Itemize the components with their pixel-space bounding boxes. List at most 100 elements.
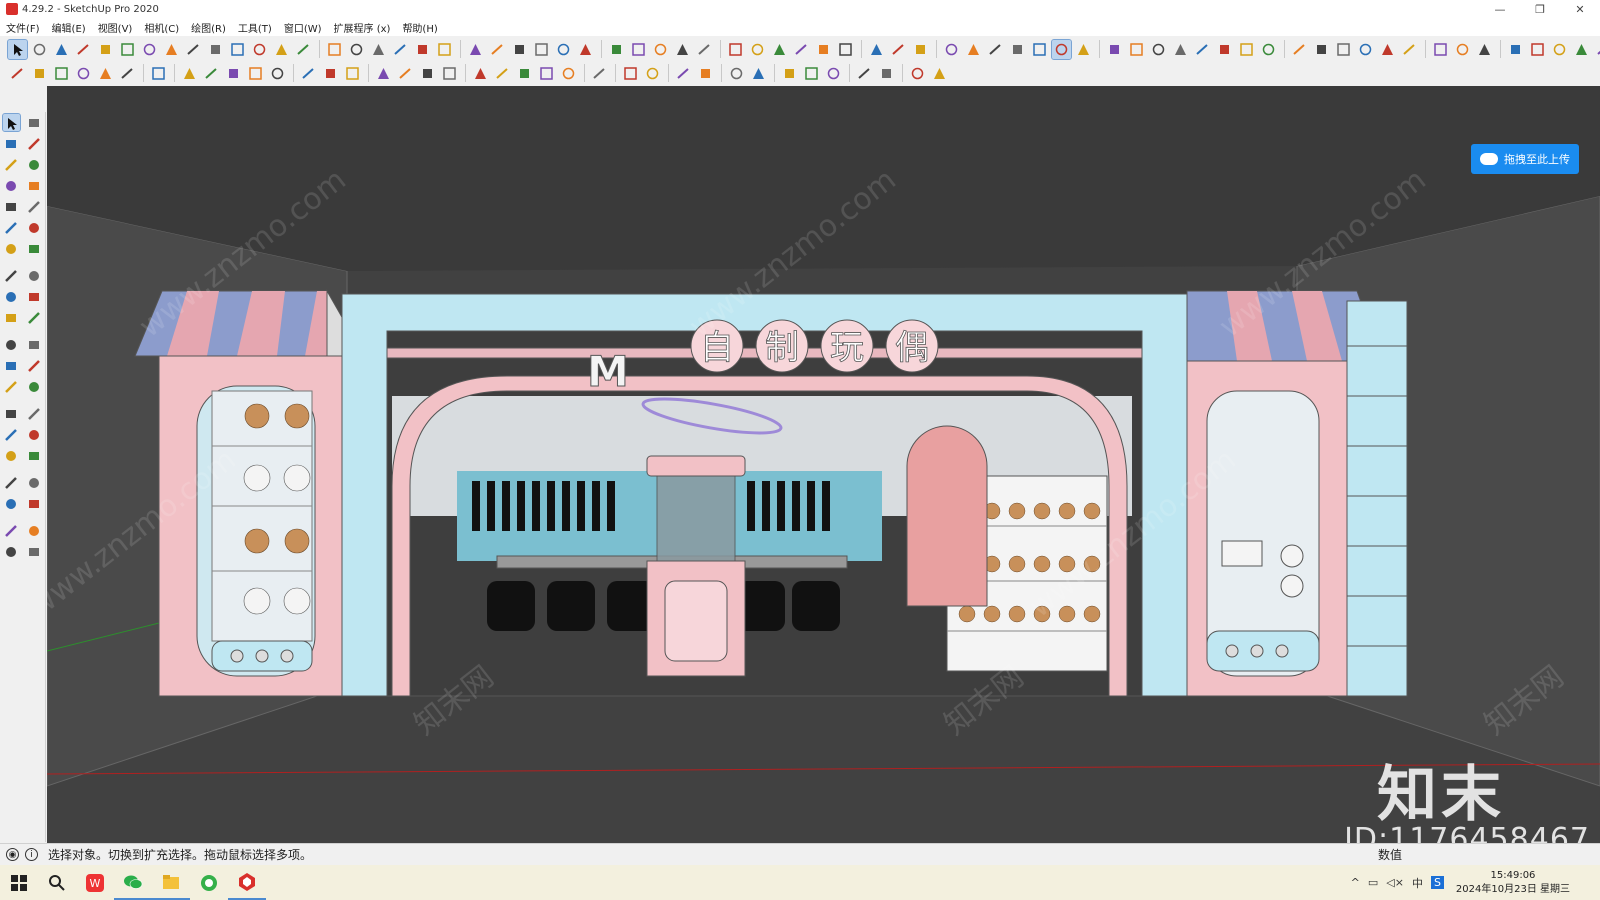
eraser-alt-tool-button[interactable] — [74, 40, 93, 59]
smoove-tool-button[interactable] — [1312, 40, 1331, 59]
flip-edge-tool-button[interactable] — [1400, 40, 1419, 59]
polygon-tool-button[interactable] — [206, 40, 225, 59]
chevron-up-icon[interactable]: ^ — [1351, 876, 1360, 889]
shadows-tool-button[interactable] — [1237, 40, 1256, 59]
rotate-tool-button[interactable] — [413, 40, 432, 59]
scale-tool-button[interactable] — [435, 40, 454, 59]
add-detail-tool-button[interactable] — [1378, 40, 1397, 59]
solid-subtract-tool-button[interactable] — [396, 64, 415, 83]
start-button[interactable] — [0, 865, 38, 900]
arc-2-tool-button[interactable] — [25, 219, 42, 236]
gear-tool-button[interactable] — [590, 64, 609, 83]
eraser-tool-button[interactable] — [25, 135, 42, 152]
wire-toggle-tool-button[interactable] — [224, 64, 243, 83]
3d-text-tool-button[interactable] — [576, 40, 595, 59]
pan-tool-button[interactable] — [629, 40, 648, 59]
hidden-line-tool-button[interactable] — [1008, 40, 1027, 59]
settings-2-tool-button[interactable] — [877, 64, 896, 83]
cloud-2-tool-button[interactable] — [696, 64, 715, 83]
push-pull-tool-button[interactable] — [25, 267, 42, 284]
plugin-b-tool-button[interactable] — [493, 64, 512, 83]
look-around-tool-button[interactable] — [25, 474, 42, 491]
monochrome-tool-button[interactable] — [1074, 40, 1093, 59]
solid-trim-tool-button[interactable] — [440, 64, 459, 83]
cube-iso-tool-button[interactable] — [8, 64, 27, 83]
menu-tools[interactable]: 工具(T) — [238, 20, 272, 35]
round-corner-tool-button[interactable] — [1572, 40, 1591, 59]
select-tool-button[interactable] — [1, 113, 21, 132]
geolocation-icon[interactable]: ◉ — [6, 848, 19, 861]
shaded-toggle-tool-button[interactable] — [268, 64, 287, 83]
frame-tool-button[interactable] — [780, 64, 799, 83]
position-camera-tool-button[interactable] — [3, 474, 20, 491]
back-edges-tool-button[interactable] — [964, 40, 983, 59]
line-tool-button[interactable] — [3, 156, 20, 173]
weld-tool-button[interactable] — [1506, 40, 1525, 59]
move-tool-button[interactable] — [3, 267, 20, 284]
offset-tool-button[interactable] — [369, 40, 388, 59]
display-section-tool-button[interactable] — [889, 40, 908, 59]
paint-bucket-tool-button[interactable] — [52, 40, 71, 59]
taskbar-wps[interactable]: W — [76, 865, 114, 900]
text-tool-button[interactable] — [532, 40, 551, 59]
taskbar-browser[interactable] — [190, 865, 228, 900]
upload-drop-button[interactable]: 拖拽至此上传 — [1471, 144, 1579, 174]
cube-left-tool-button[interactable] — [118, 64, 137, 83]
orbit-tool-button[interactable] — [607, 40, 626, 59]
orbit-tool-button[interactable] — [3, 405, 20, 422]
arc-tool-button[interactable] — [3, 219, 20, 236]
3d-viewport[interactable]: 前部 — [47, 86, 1600, 843]
clock[interactable]: 15:49:06 2024年10月23日 星期三 — [1456, 869, 1570, 897]
solid-2-tool-button[interactable] — [25, 522, 42, 539]
ime-indicator[interactable]: 中 — [1412, 875, 1423, 891]
send-to-layout-tool-button[interactable] — [1475, 40, 1494, 59]
protractor-tool-button[interactable] — [510, 40, 529, 59]
freehand-tool-button[interactable] — [25, 156, 42, 173]
taskbar-wechat[interactable] — [114, 865, 152, 900]
iso-view-tool-button[interactable] — [726, 40, 745, 59]
menu-edit[interactable]: 编辑(E) — [52, 20, 86, 35]
fog-tool-button[interactable] — [1259, 40, 1278, 59]
shaded-tool-button[interactable] — [1030, 40, 1049, 59]
plugin-d-tool-button[interactable] — [537, 64, 556, 83]
freehand-tool-button[interactable] — [118, 40, 137, 59]
solid-intersect-tool-button[interactable] — [418, 64, 437, 83]
dimension-tool-button[interactable] — [488, 40, 507, 59]
input-method-icon[interactable]: S — [1430, 876, 1444, 889]
push-pull-tool-button[interactable] — [325, 40, 344, 59]
cube-front-tool-button[interactable] — [52, 64, 71, 83]
bezier-tool-button[interactable] — [1594, 40, 1600, 59]
eraser-shape-tool-button[interactable] — [25, 114, 42, 131]
plugin-a-tool-button[interactable] — [471, 64, 490, 83]
zoom-tool-button[interactable] — [3, 426, 20, 443]
check-tool-button[interactable] — [824, 64, 843, 83]
restore-button[interactable]: ❐ — [1520, 0, 1560, 18]
taskbar-file-explorer[interactable] — [152, 865, 190, 900]
close-button[interactable]: ✕ — [1560, 0, 1600, 18]
zoom-window-tool-button[interactable] — [25, 426, 42, 443]
arc-2pt-tool-button[interactable] — [250, 40, 269, 59]
rotated-rectangle-tool-button[interactable] — [162, 40, 181, 59]
rotated-rect-tool-button[interactable] — [25, 177, 42, 194]
plugin-c-tool-button[interactable] — [515, 64, 534, 83]
drape-tool-button[interactable] — [1356, 40, 1375, 59]
taskbar-sketchup[interactable] — [228, 865, 266, 900]
position-camera-tool-button[interactable] — [321, 64, 340, 83]
render-2-tool-button[interactable] — [930, 64, 949, 83]
axes-tool-button[interactable] — [25, 357, 42, 374]
mail-tool-button[interactable] — [621, 64, 640, 83]
section-plane-tool-button[interactable] — [867, 40, 886, 59]
menu-extensions[interactable]: 扩展程序 (x) — [334, 20, 391, 35]
warehouse-tool-button[interactable] — [1431, 40, 1450, 59]
arc-3pt-tool-button[interactable] — [272, 40, 291, 59]
component-tool-button[interactable] — [1105, 40, 1124, 59]
text-tool-button[interactable] — [25, 336, 42, 353]
pan-tool-button[interactable] — [25, 405, 42, 422]
volume-icon[interactable]: ◁× — [1386, 876, 1404, 889]
pie-tool-button[interactable] — [25, 240, 42, 257]
protractor-tool-button[interactable] — [3, 357, 20, 374]
section-cut-tool-button[interactable] — [911, 40, 930, 59]
menu-camera[interactable]: 相机(C) — [144, 20, 179, 35]
left-view-tool-button[interactable] — [836, 40, 855, 59]
xray-tool-button[interactable] — [942, 40, 961, 59]
